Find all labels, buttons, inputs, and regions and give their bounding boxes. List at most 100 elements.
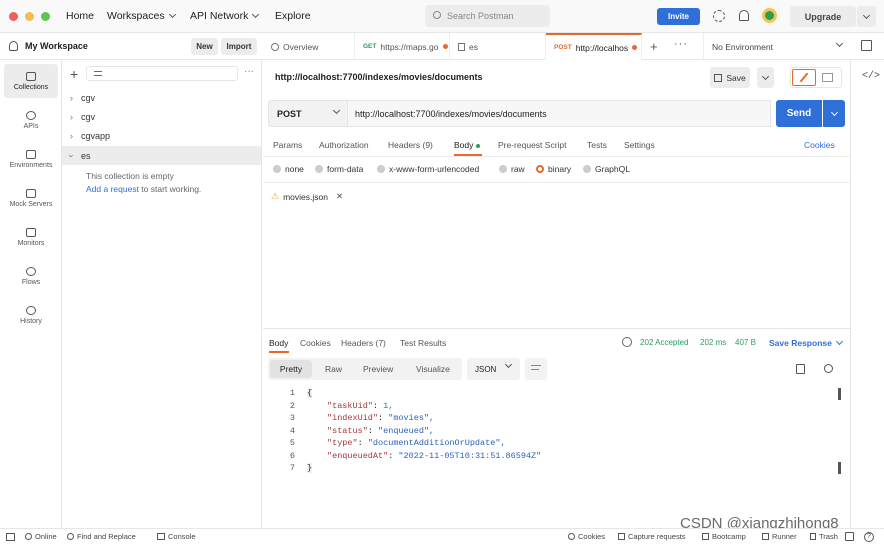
rail-collections[interactable]: Collections: [4, 64, 58, 98]
workspace-name[interactable]: My Workspace: [25, 41, 88, 51]
notification-bell-icon[interactable]: [739, 10, 749, 21]
close-window-button[interactable]: [9, 12, 18, 21]
response-tab-test-results[interactable]: Test Results: [400, 338, 446, 348]
save-response-button[interactable]: Save Response: [769, 337, 843, 348]
upgrade-button[interactable]: Upgrade: [790, 6, 856, 27]
capture-requests-button[interactable]: Capture requests: [618, 532, 686, 541]
rail-monitors[interactable]: Monitors: [4, 220, 58, 254]
view-preview[interactable]: Preview: [363, 364, 393, 374]
collection-item[interactable]: › cgvapp: [70, 126, 260, 145]
nav-home[interactable]: Home: [66, 10, 94, 22]
monitors-icon: [26, 227, 36, 237]
upgrade-dropdown[interactable]: [857, 6, 876, 27]
filter-icon: [94, 71, 102, 76]
tab-headers[interactable]: Headers (9): [388, 140, 433, 150]
runner-button[interactable]: Runner: [762, 532, 797, 541]
tab-body[interactable]: Body: [454, 140, 480, 150]
code-snippet-icon[interactable]: </>: [862, 71, 880, 82]
more-tabs-icon[interactable]: ···: [674, 38, 688, 50]
radio-urlencoded[interactable]: x-www-form-urlencoded: [377, 164, 479, 174]
radio-raw[interactable]: raw: [499, 164, 525, 174]
response-tab-headers[interactable]: Headers (7): [341, 338, 386, 348]
environment-select[interactable]: No Environment: [703, 33, 849, 60]
code-line: "taskUid": 1,: [327, 400, 394, 411]
tab-authorization[interactable]: Authorization: [319, 140, 369, 150]
import-button[interactable]: Import: [221, 38, 257, 55]
scrollbar-marker[interactable]: [838, 388, 841, 400]
bootcamp-button[interactable]: Bootcamp: [702, 532, 746, 541]
response-time[interactable]: 202 ms: [700, 338, 726, 347]
more-options-icon[interactable]: ···: [244, 66, 254, 77]
minimize-window-button[interactable]: [25, 12, 34, 21]
url-input[interactable]: http://localhost:7700/indexes/movies/doc…: [348, 100, 771, 127]
search-response-icon[interactable]: [824, 364, 833, 373]
collection-item[interactable]: › cgv: [70, 88, 260, 107]
environment-quick-look-icon[interactable]: [861, 40, 872, 51]
response-tab-body[interactable]: Body: [269, 338, 288, 348]
send-dropdown[interactable]: [823, 100, 845, 127]
cookies-button[interactable]: Cookies: [568, 532, 605, 541]
radio-binary[interactable]: binary: [536, 164, 571, 174]
view-visualize[interactable]: Visualize: [416, 364, 450, 374]
tab-get-maps[interactable]: GET https://maps.go: [355, 33, 450, 60]
remove-file-icon[interactable]: ✕: [336, 191, 343, 202]
console-button[interactable]: Console: [157, 532, 196, 541]
rail-apis[interactable]: APIs: [4, 103, 58, 137]
response-code-editor[interactable]: 1 { 2 "taskUid": 1, 3 "indexUid": "movie…: [263, 388, 850, 480]
find-replace-button[interactable]: Find and Replace: [67, 532, 136, 541]
collection-item-selected[interactable]: › es: [62, 146, 261, 165]
collection-item[interactable]: › cgv: [70, 107, 260, 126]
method-select[interactable]: POST: [268, 100, 348, 127]
view-raw[interactable]: Raw: [325, 364, 342, 374]
new-button[interactable]: New: [191, 38, 218, 55]
tab-overview[interactable]: Overview: [263, 33, 355, 60]
radio-graphql[interactable]: GraphQL: [583, 164, 630, 174]
rail-environments[interactable]: Environments: [4, 142, 58, 176]
tab-settings[interactable]: Settings: [624, 140, 655, 150]
online-status[interactable]: Online: [25, 532, 57, 541]
two-pane-icon[interactable]: [845, 532, 854, 541]
save-button[interactable]: Save: [710, 67, 750, 88]
add-request-link[interactable]: Add a request: [86, 184, 139, 194]
search-input[interactable]: Search Postman: [425, 5, 550, 27]
nav-api-network[interactable]: API Network: [190, 10, 260, 22]
copy-icon[interactable]: [796, 364, 805, 374]
tab-pre-request-script[interactable]: Pre-request Script: [498, 140, 567, 150]
format-select[interactable]: JSON: [467, 358, 520, 380]
avatar[interactable]: [762, 8, 777, 23]
view-pretty[interactable]: Pretty: [270, 360, 312, 378]
response-tab-cookies[interactable]: Cookies: [300, 338, 331, 348]
trash-button[interactable]: Trash: [810, 532, 838, 541]
send-button[interactable]: Send: [776, 100, 822, 127]
edit-icon[interactable]: [792, 69, 816, 86]
save-dropdown[interactable]: [757, 67, 774, 88]
add-tab-icon[interactable]: +: [650, 39, 658, 54]
nav-workspaces[interactable]: Workspaces: [107, 10, 176, 22]
top-bar: Home Workspaces API Network Explore Sear…: [0, 0, 884, 33]
rail-flows[interactable]: Flows: [4, 259, 58, 293]
add-collection-icon[interactable]: +: [70, 66, 78, 82]
rail-mock-servers[interactable]: Mock Servers: [4, 181, 58, 215]
documentation-icon[interactable]: [822, 73, 833, 82]
scrollbar-marker[interactable]: [838, 462, 841, 474]
tab-tests[interactable]: Tests: [587, 140, 607, 150]
response-status[interactable]: 202 Accepted: [640, 338, 688, 347]
filter-collections-input[interactable]: [86, 66, 238, 81]
tab-params[interactable]: Params: [273, 140, 302, 150]
toggle-sidebar-icon[interactable]: [6, 533, 15, 541]
wrap-lines-icon[interactable]: [525, 358, 547, 380]
invite-button[interactable]: Invite: [657, 8, 700, 25]
globe-icon[interactable]: [622, 337, 632, 347]
radio-form-data[interactable]: form-data: [315, 164, 363, 174]
rail-history[interactable]: History: [4, 298, 58, 332]
nav-explore[interactable]: Explore: [275, 10, 311, 22]
runner-icon: [762, 533, 769, 540]
cookies-link[interactable]: Cookies: [804, 140, 835, 150]
help-icon[interactable]: ?: [864, 532, 874, 542]
settings-gear-icon[interactable]: [713, 10, 725, 22]
tab-es[interactable]: es: [450, 33, 546, 60]
tab-post-localhost[interactable]: POST http://localhos: [546, 33, 642, 60]
response-size[interactable]: 407 B: [735, 338, 756, 347]
maximize-window-button[interactable]: [41, 12, 50, 21]
radio-none[interactable]: none: [273, 164, 304, 174]
